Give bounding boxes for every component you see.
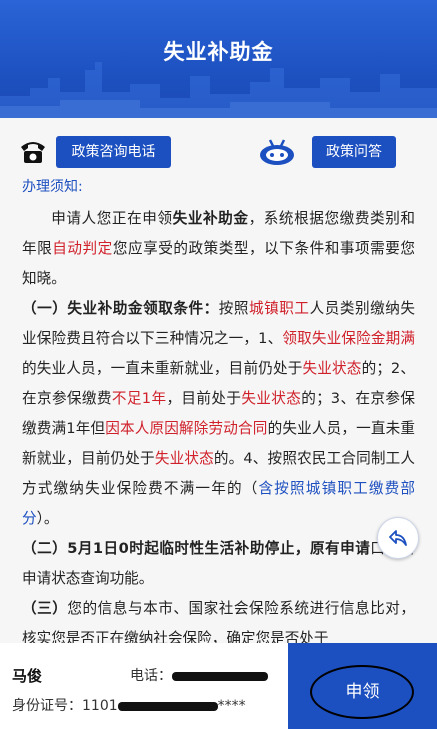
applicant-name: 马俊 <box>12 665 42 686</box>
text-span: ）。 <box>36 510 59 527</box>
apply-button-label: 申领 <box>345 682 380 702</box>
notice-paragraph-4: （三）您的信息与本市、国家社会保险系统进行信息比对，核实您是否正在缴纳社会保险，… <box>22 594 415 643</box>
applicant-phone: 电话： <box>130 665 268 685</box>
text-span-red: 不足1年 <box>111 390 167 407</box>
text-span-bold: 失业补助金 <box>172 210 249 227</box>
applicant-name-text: 马俊 <box>12 667 43 685</box>
applicant-info: 马俊 电话： 身份证号：1101 **** <box>0 643 288 729</box>
text-span: 您的信息与本市、国家社会保险系统进行信息比对，核实您是否正在缴纳社会保险，确定您… <box>22 600 415 643</box>
content-area[interactable]: 政策咨询电话 政策问答 办理须知: 申请人您正在申领失业补助金，系统根据您缴费类… <box>0 118 437 643</box>
redacted-id <box>117 701 218 711</box>
text-span-bold: （二）5月1日0时起临时性生活补助停止，原有申请 <box>22 540 371 557</box>
policy-qa-button[interactable]: 政策问答 <box>312 136 396 168</box>
button-row: 政策咨询电话 政策问答 <box>0 136 437 170</box>
text-span: 按照 <box>218 300 250 317</box>
text-span-red: 领取失业保险金期满 <box>282 330 415 347</box>
condition-heading: （一）失业补助金领取条件： <box>22 300 219 317</box>
text-span-red: 城镇职工 <box>249 300 310 317</box>
notice-body: 申请人您正在申领失业补助金，系统根据您缴费类别和年限自动判定您应享受的政策类型，… <box>22 204 415 643</box>
id-suffix: **** <box>217 698 246 714</box>
text-span: 的失业人员，一直未重新就业，目前仍处于 <box>22 360 303 377</box>
text-span: 申请人您正在申领 <box>51 210 173 227</box>
notice-paragraph-1: 申请人您正在申领失业补助金，系统根据您缴费类别和年限自动判定您应享受的政策类型，… <box>22 204 415 294</box>
phone-label: 电话： <box>130 668 172 684</box>
text-span-red: 失业状态 <box>302 360 362 377</box>
policy-phone-button[interactable]: 政策咨询电话 <box>56 136 171 168</box>
text-span: ，目前处于 <box>166 390 242 407</box>
apply-button[interactable]: 申领 <box>288 643 437 729</box>
robot-icon <box>260 139 294 165</box>
text-span-red: 自动判定 <box>52 240 113 257</box>
share-icon <box>389 530 407 546</box>
notice-label: 办理须知: <box>22 179 83 195</box>
text-span-red: 失业状态 <box>241 390 302 407</box>
notice-paragraph-3: （二）5月1日0时起临时性生活补助停止，原有申请口保留申请状态查询功能。 <box>22 534 415 594</box>
applicant-footer: 马俊 电话： 身份证号：1101 **** 申领 <box>0 643 437 729</box>
applicant-id: 身份证号：1101 **** <box>12 695 246 715</box>
page-title: 失业补助金 <box>163 40 274 64</box>
text-span-red: 因本人原因解除劳动合同 <box>105 420 268 437</box>
redacted-phone <box>172 671 268 681</box>
text-span-bold: （三） <box>22 600 68 617</box>
notice-paragraph-2: （一）失业补助金领取条件：按照城镇职工人员类别缴纳失业保险费且符合以下三种情况之… <box>22 294 415 534</box>
share-button[interactable] <box>377 517 419 559</box>
header-banner: 失业补助金 <box>0 0 437 118</box>
id-label: 身份证号： <box>12 698 82 714</box>
id-prefix: 1101 <box>82 698 118 714</box>
text-span-red: 失业状态 <box>154 450 214 467</box>
telephone-icon <box>21 142 45 163</box>
